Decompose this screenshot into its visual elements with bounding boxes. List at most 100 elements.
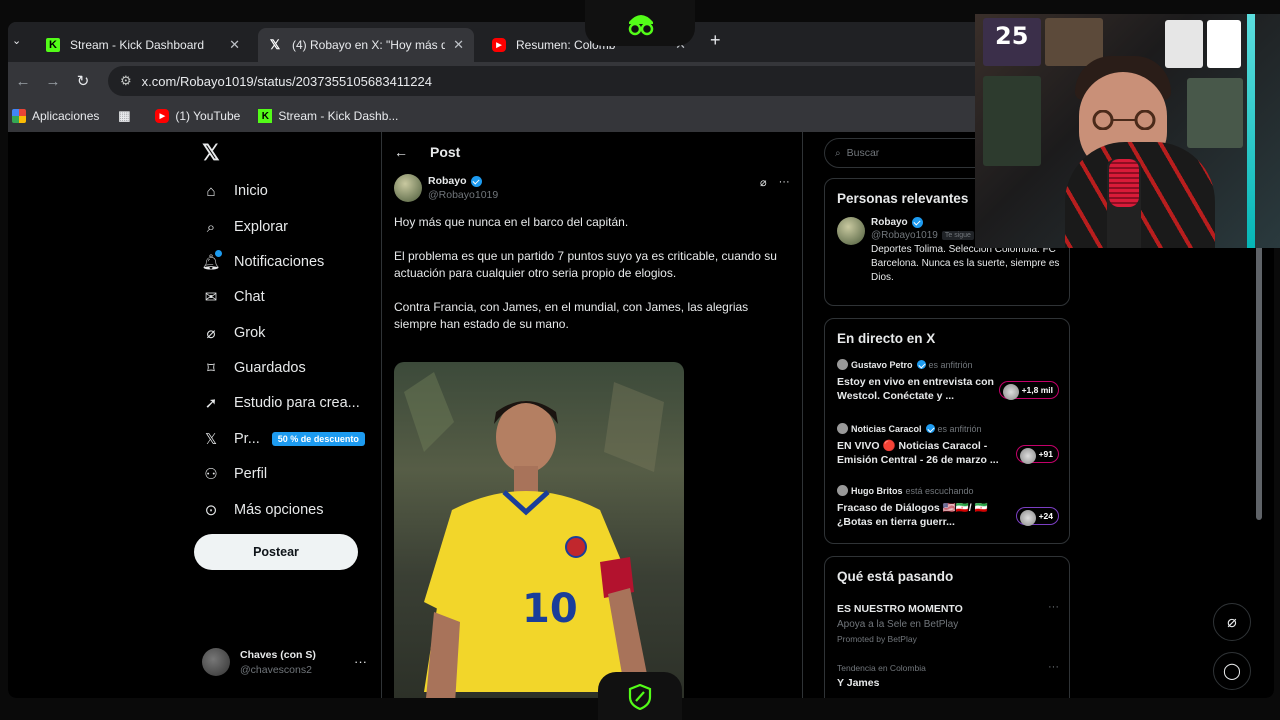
kick-icon: K: [46, 38, 60, 52]
more-icon[interactable]: ···: [354, 654, 367, 669]
post-paragraph: Hoy más que nunca en el barco del capitá…: [394, 215, 629, 229]
back-button[interactable]: ←: [8, 73, 38, 90]
post-author[interactable]: Robayo @Robayo1019: [394, 174, 498, 202]
tab-kick[interactable]: K Stream - Kick Dashboard ✕: [36, 28, 250, 62]
photo-frame: [1187, 78, 1243, 148]
nav-label: Explorar: [234, 219, 288, 235]
kick-icon: K: [258, 109, 273, 123]
live-title: EN VIVO 🔴 Noticias Caracol - Emisión Cen…: [837, 440, 999, 466]
post-header: ← Post: [394, 144, 460, 160]
relevant-person[interactable]: Robayo @Robayo1019 Te sigue Deportes Toli…: [837, 217, 1059, 283]
listener-count: +91: [1015, 445, 1059, 464]
mail-icon: ✉: [204, 289, 218, 306]
trend-subtitle: Apoya a la Sele en BetPlay: [837, 619, 959, 630]
nav-estudio[interactable]: ➚ Estudio para crea...: [202, 394, 360, 412]
rocket-icon: ➚: [204, 395, 218, 412]
discount-badge: 50 % de descuento: [271, 432, 365, 446]
follows-you-badge: Te sigue: [941, 231, 974, 240]
author-name[interactable]: Robayo: [428, 175, 467, 187]
post-image[interactable]: 10: [394, 362, 684, 698]
post-column: ← Post Robayo @Robayo1019 ⌀ ··· Hoy más …: [381, 132, 803, 698]
reload-button[interactable]: ↻: [68, 72, 98, 90]
nav-guardados[interactable]: ⌑ Guardados: [202, 359, 306, 377]
bookmark-label: (1) YouTube: [175, 109, 241, 123]
bookmark-youtube[interactable]: ▶ (1) YouTube: [155, 109, 240, 123]
youtube-icon: ▶: [155, 109, 170, 123]
bookmark-apps[interactable]: Aplicaciones: [12, 109, 99, 123]
grok-icon: ⌀: [206, 325, 216, 342]
player-photo: 10: [404, 372, 664, 698]
live-item[interactable]: Gustavo Petro es anfitrión Estoy en vivo …: [837, 359, 1059, 403]
grok-icon[interactable]: ⌀: [760, 176, 767, 189]
nav-mas-opciones[interactable]: ⊙ Más opciones: [202, 501, 324, 519]
bookmark-grid[interactable]: ▦: [117, 108, 137, 123]
more-circle-icon: ⊙: [204, 502, 218, 519]
nav-label: Perfil: [234, 466, 268, 482]
x-premium-icon: 𝕏: [204, 431, 218, 448]
host-name: Noticias Caracol: [851, 423, 922, 434]
close-icon[interactable]: ✕: [229, 37, 240, 53]
nav-chat[interactable]: ✉ Chat: [202, 288, 265, 306]
person-name: Robayo: [871, 217, 908, 228]
person-handle: @Robayo1019: [871, 230, 938, 241]
apps-grid-icon: [12, 109, 26, 123]
nav-premium[interactable]: 𝕏 Pr... 50 % de descuento: [202, 430, 365, 448]
messages-float-button[interactable]: ◯: [1213, 652, 1251, 690]
nav-label: Grok: [234, 325, 266, 341]
more-icon[interactable]: ···: [779, 176, 790, 189]
overlay-bottom-notch: [598, 672, 682, 720]
trend-title: ES NUESTRO MOMENTO: [837, 603, 963, 615]
webcam-overlay: 25: [975, 14, 1280, 248]
trend-item[interactable]: Tendencia en Colombia Y James ···: [837, 661, 1059, 689]
post-actions: ⌀ ···: [760, 176, 790, 189]
forward-button[interactable]: →: [38, 73, 68, 90]
bell-icon: 🔔︎: [201, 250, 222, 271]
host-avatar: [837, 423, 848, 434]
nav-grok[interactable]: ⌀ Grok: [202, 324, 265, 342]
more-icon[interactable]: ···: [1048, 661, 1059, 673]
home-icon: ⌂: [206, 182, 216, 200]
tab-label: Stream - Kick Dashboard: [70, 38, 205, 52]
close-icon[interactable]: ✕: [453, 37, 464, 53]
trend-title: Y James: [837, 677, 880, 689]
nav-label: Más opciones: [234, 502, 324, 518]
url-text: x.com/Robayo1019/status/2037355105683411…: [141, 73, 432, 89]
grok-float-button[interactable]: ⌀: [1213, 603, 1251, 641]
nav-notificaciones[interactable]: 🔔︎ Notificaciones: [201, 250, 324, 271]
crest-frame: [1165, 20, 1203, 68]
tab-search-icon[interactable]: ⌄: [12, 34, 21, 47]
x-logo-icon[interactable]: 𝕏: [202, 140, 220, 166]
live-item[interactable]: Noticias Caracol es anfitrión EN VIVO 🔴 N…: [837, 423, 1059, 467]
trend-item[interactable]: ES NUESTRO MOMENTO Apoya a la Sele en Be…: [837, 601, 1059, 644]
tab-x-post[interactable]: 𝕏 (4) Robayo en X: "Hoy más que ✕: [258, 28, 474, 62]
led-strip: [1247, 14, 1255, 248]
nav-explorar[interactable]: ⌕ Explorar: [202, 218, 288, 236]
live-item[interactable]: Hugo Britos está escuchando Fracaso de Di…: [837, 485, 1059, 529]
account-handle: @chavescons2: [240, 663, 312, 676]
search-icon: ⌕: [206, 218, 216, 236]
more-icon[interactable]: ···: [1048, 601, 1059, 613]
jersey-number: 25: [995, 22, 1029, 50]
host-name: Gustavo Petro: [851, 359, 913, 370]
site-info-icon[interactable]: ⚙: [120, 73, 132, 89]
search-icon: ⌕: [835, 147, 841, 159]
bookmark-icon: ⌑: [207, 360, 215, 377]
streamer-logo-icon: [628, 15, 654, 36]
nav-perfil[interactable]: ⚇ Perfil: [202, 465, 267, 483]
card-title: Qué está pasando: [837, 569, 954, 584]
post-text: Hoy más que nunca en el barco del capitá…: [394, 214, 792, 350]
avatar[interactable]: [394, 174, 422, 202]
post-button[interactable]: Postear: [194, 534, 358, 570]
account-switcher[interactable]: Chaves (con S) @chavescons2 ···: [202, 648, 367, 676]
back-arrow-icon[interactable]: ←: [394, 144, 408, 160]
stream-frame: ⌄ K Stream - Kick Dashboard ✕ 𝕏 (4) Roba…: [0, 0, 1280, 720]
frame-collection: [983, 76, 1041, 166]
person-icon: ⚇: [204, 466, 218, 483]
author-handle: @Robayo1019: [428, 189, 499, 201]
bookmark-kick[interactable]: K Stream - Kick Dashb...: [258, 109, 398, 123]
nav-label: Estudio para crea...: [234, 395, 360, 411]
person-bio: Deportes Tolima. Selección Colombia. FC …: [871, 244, 1060, 283]
nav-label: Inicio: [234, 183, 268, 199]
nav-inicio[interactable]: ⌂ Inicio: [202, 182, 268, 200]
new-tab-button[interactable]: +: [710, 30, 721, 51]
